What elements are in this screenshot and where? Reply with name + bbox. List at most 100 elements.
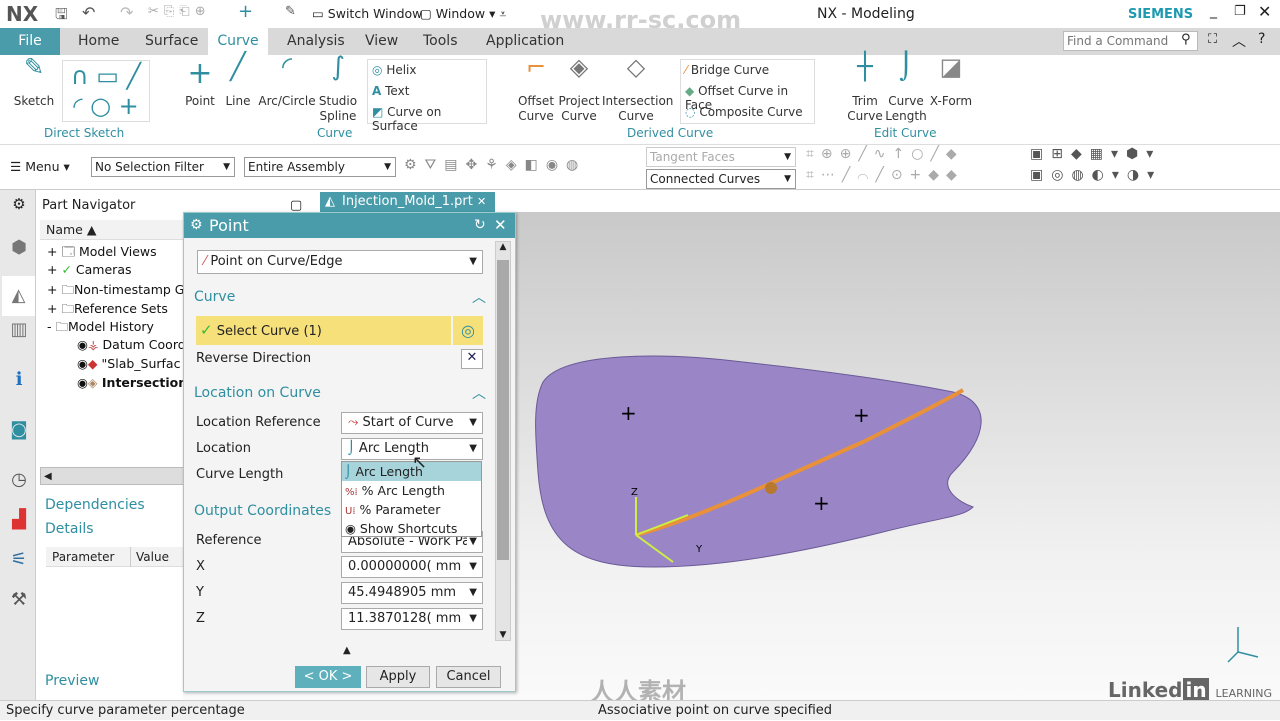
value-column[interactable]: Value (130, 547, 169, 567)
web-browser-icon[interactable]: ◙ (7, 418, 31, 442)
redo-icon[interactable]: ↷ (120, 3, 133, 22)
undo-icon[interactable]: ↶ (82, 3, 95, 22)
tab-view[interactable]: View (357, 28, 406, 55)
collapse-curve-icon[interactable]: ︿ (472, 287, 486, 307)
search-icon[interactable]: ⚲ (1181, 32, 1191, 47)
curve-on-surface-item[interactable]: ◩ Curve on Surface (372, 105, 486, 133)
text-item[interactable]: A Text (372, 84, 409, 98)
ok-button[interactable]: < OK > (295, 666, 361, 688)
sketch-button[interactable]: ✎ Sketch (12, 55, 56, 109)
tree-item-non-timestamp[interactable]: + 🗀Non-timestamp Ge (47, 281, 192, 302)
assembly-navigator-icon[interactable]: ⬢ (7, 236, 31, 260)
dependencies-panel[interactable]: Dependencies (45, 497, 145, 513)
apply-button[interactable]: Apply (366, 666, 430, 688)
arc-circle-button[interactable]: ◜ Arc/Circle (258, 54, 316, 109)
z-input[interactable]: 11.3870128( mm (341, 608, 483, 630)
offset-curve-button[interactable]: ⌐ Offset Curve (515, 55, 557, 124)
tab-application[interactable]: Application (478, 28, 572, 55)
view-icons-1[interactable]: ▣⊞◆▦▾⬢▾ (1030, 146, 1161, 162)
x-form-button[interactable]: ◪ X-Form (928, 55, 974, 109)
tree-item-intersection[interactable]: ◉◈ Intersection (77, 375, 187, 390)
tree-item-slab-surface[interactable]: ◉◆ "Slab_Surfac (77, 356, 180, 371)
help-icon[interactable]: ? (1258, 31, 1265, 47)
curve-section-header[interactable]: Curve (194, 289, 235, 305)
constraint-navigator-icon[interactable]: ▥ (7, 318, 31, 342)
details-panel[interactable]: Details (45, 521, 94, 537)
maximize-navigator-icon[interactable]: ▢ (290, 198, 302, 213)
selection-scope-dropdown[interactable]: Entire Assembly (244, 157, 396, 177)
tab-tools[interactable]: Tools (415, 28, 466, 55)
selection-tool-icons[interactable]: ⚙⛛▤✥⚘◈◧◉◍ (404, 157, 586, 173)
switch-window-button[interactable]: ▭ Switch Window (312, 6, 422, 21)
option-percent-arc-length[interactable]: %⁞ % Arc Length (342, 481, 481, 500)
option-show-shortcuts[interactable]: ◉ Show Shortcuts (342, 519, 481, 538)
composite-curve-item[interactable]: ◌ Composite Curve (685, 105, 803, 119)
option-percent-parameter[interactable]: U⁞ % Parameter (342, 500, 481, 519)
tab-file[interactable]: File (0, 28, 60, 55)
collapse-ribbon-icon[interactable]: ︿ (1232, 31, 1246, 51)
select-curve-row[interactable]: ✓ Select Curve (1) (196, 316, 451, 345)
location-reference-dropdown[interactable]: ⤳ Start of Curve (341, 412, 483, 434)
sketch-curve-gallery[interactable]: ∩ ▭ ╱ ◜ ○ + (62, 60, 150, 122)
name-column-header[interactable]: Name ▲ (40, 220, 184, 240)
view-icons-2[interactable]: ▣◎◍◐▾◑▾ (1030, 167, 1162, 183)
x-input[interactable]: 0.00000000( mm (341, 556, 483, 578)
process-studio-icon[interactable]: ⚟ (7, 548, 31, 572)
expand-more-icon[interactable]: ▲ (343, 645, 351, 656)
history-icon[interactable]: ◷ (7, 468, 31, 492)
scrollbar-thumb[interactable] (497, 260, 509, 560)
collapse-location-icon[interactable]: ︿ (472, 383, 486, 403)
part-navigator-icon[interactable]: ◭ (2, 276, 35, 316)
studio-spline-button[interactable]: ∫ Studio Spline (318, 54, 358, 124)
reset-icon[interactable]: ↻ (474, 213, 486, 238)
find-command-input[interactable] (1063, 31, 1198, 51)
curve-length-button[interactable]: ⌡ Curve Length (885, 54, 927, 124)
navigator-horizontal-scrollbar[interactable]: ◀ (40, 467, 185, 485)
snap-point-icons-2[interactable]: ⌗⋯╱⌒╱⊙+◆◆ (806, 167, 964, 183)
touch-mode-icon[interactable]: ✎ (285, 4, 296, 19)
parameter-column[interactable]: Parameter (52, 547, 114, 567)
tab-surface[interactable]: Surface (137, 28, 206, 55)
curve-selector-icon[interactable]: ◎ (453, 316, 483, 345)
cancel-button[interactable]: Cancel (436, 666, 501, 688)
tree-item-model-history[interactable]: - 🗀Model History (47, 318, 154, 339)
close-dialog-icon[interactable]: ✕ (494, 213, 507, 238)
location-section-header[interactable]: Location on Curve (194, 385, 321, 401)
trim-curve-button[interactable]: ┼ Trim Curve (845, 54, 885, 124)
intersection-curve-button[interactable]: ◇ Intersection Curve (602, 55, 673, 124)
restore-button[interactable]: ❐ (1234, 4, 1246, 19)
fullscreen-icon[interactable]: ⛶ (1208, 32, 1217, 47)
curve-rule-dropdown[interactable]: Connected Curves (646, 169, 796, 189)
tab-home[interactable]: Home (70, 28, 127, 55)
output-coordinates-header[interactable]: Output Coordinates (194, 503, 331, 519)
face-rule-dropdown[interactable]: Tangent Faces (646, 147, 796, 167)
clipboard-icons[interactable]: ✂⎘⎗⊕ (148, 4, 211, 19)
line-button[interactable]: ╱ Line (222, 54, 254, 109)
tree-item-cameras[interactable]: + ✓ Cameras (47, 262, 132, 277)
tab-analysis[interactable]: Analysis (279, 28, 353, 55)
minimize-button[interactable]: _ (1210, 3, 1217, 19)
point-type-dropdown[interactable]: ⁄ Point on Curve/Edge (197, 250, 483, 274)
close-button[interactable]: ✕ (1258, 2, 1271, 21)
tab-curve[interactable]: Curve (208, 28, 268, 55)
bridge-curve-item[interactable]: ⁄ Bridge Curve (685, 63, 769, 77)
window-menu[interactable]: ▢ Window ▾ ⩡ (420, 6, 506, 22)
close-tab-icon[interactable]: ✕ (477, 195, 486, 208)
point-button[interactable]: + Point (182, 59, 218, 109)
snap-point-icons-1[interactable]: ⌗⊕⊕╱∿↑○╱◆ (806, 146, 964, 162)
helix-item[interactable]: ◎ Helix (372, 63, 417, 77)
tree-item-datum[interactable]: ◉⚶ Datum Coord (77, 337, 186, 352)
dialog-scrollbar[interactable]: ▲ ▼ (495, 241, 511, 641)
selection-filter-dropdown[interactable]: No Selection Filter (91, 157, 235, 177)
preview-panel[interactable]: Preview (45, 673, 100, 689)
info-icon[interactable]: ℹ (7, 368, 31, 392)
project-curve-button[interactable]: ◈ Project Curve (558, 55, 600, 124)
save-icon[interactable]: 🖫 (55, 4, 68, 29)
settings-icon[interactable]: ⚙ (7, 192, 31, 216)
add-icon[interactable]: + (238, 1, 253, 22)
visualization-icon[interactable]: ▟ (7, 508, 31, 532)
menu-button[interactable]: ☰ Menu ▾ (10, 159, 70, 174)
tree-item-model-views[interactable]: + 🗔 Model Views (47, 243, 157, 264)
document-tab[interactable]: ◭ Injection_Mold_1.prt ✕ (320, 192, 495, 212)
roles-icon[interactable]: ⚒ (7, 588, 31, 612)
